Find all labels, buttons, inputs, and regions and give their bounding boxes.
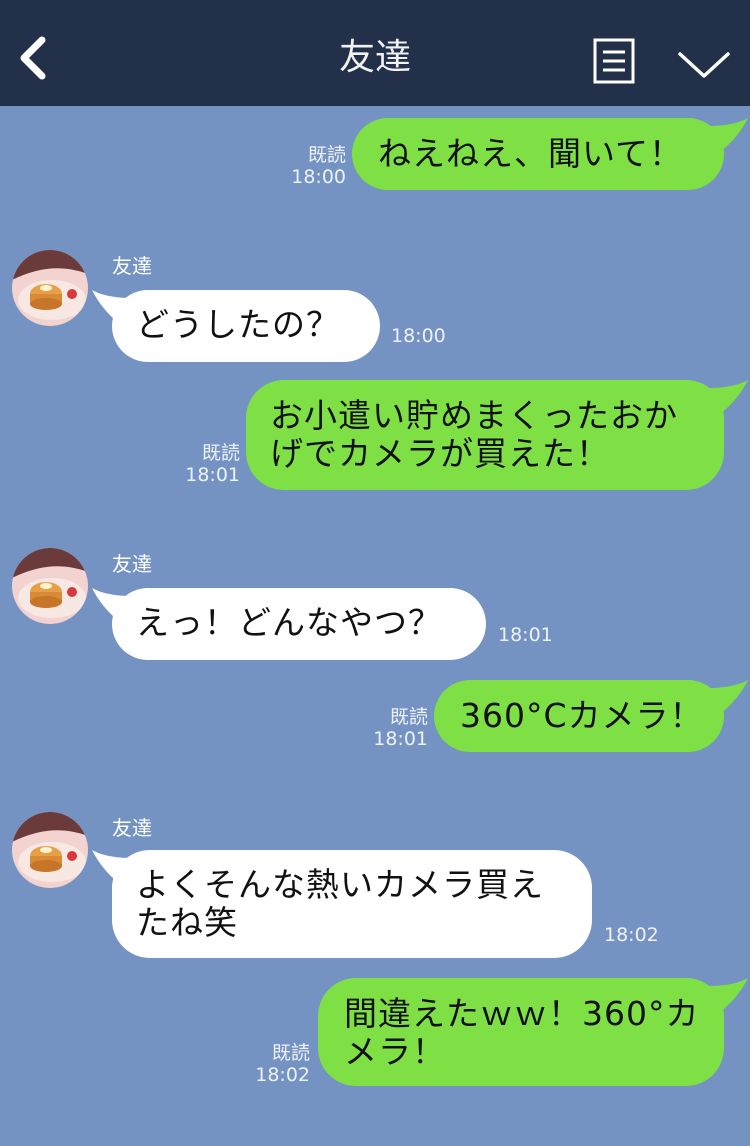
read-label: 既読 — [271, 1042, 310, 1064]
message-time: 18:01 — [185, 464, 240, 486]
message-time: 18:00 — [291, 166, 346, 188]
avatar-pancake-icon — [12, 812, 88, 888]
message-bubble-incoming[interactable]: よくそんな熱いカメラ買え たね笑 — [112, 850, 592, 958]
chat-header: 友達 — [0, 0, 750, 106]
sender-name: 友達 — [112, 816, 152, 840]
message-time: 18:01 — [498, 624, 553, 646]
note-list-icon[interactable] — [592, 37, 636, 85]
bubble-tail-icon — [708, 978, 748, 1012]
message-text: どうしたの？ — [136, 305, 340, 344]
avatar-pancake-icon — [12, 548, 88, 624]
message-text: お小遣い貯めまくったおか げでカメラが買えた！ — [270, 396, 678, 473]
bubble-tail-icon — [708, 680, 748, 714]
avatar[interactable] — [12, 250, 88, 326]
message-bubble-outgoing[interactable]: 間違えたｗｗ！360°カ メラ！ — [318, 978, 724, 1086]
message-time: 18:00 — [391, 325, 446, 347]
message-bubble-outgoing[interactable]: 360°Cカメラ！ — [434, 680, 724, 752]
read-label: 既読 — [389, 706, 428, 728]
chevron-down-icon[interactable] — [676, 46, 732, 82]
message-text: えっ！どんなやつ？ — [136, 603, 442, 642]
message-time: 18:02 — [255, 1064, 310, 1086]
back-chevron-icon[interactable] — [14, 34, 54, 82]
avatar[interactable] — [12, 548, 88, 624]
read-receipt: 既読 18:02 — [240, 1042, 310, 1086]
sender-name: 友達 — [112, 254, 152, 278]
message-time: 18:02 — [604, 924, 659, 946]
bubble-tail-icon — [708, 380, 748, 414]
message-time: 18:01 — [373, 728, 428, 750]
message-bubble-incoming[interactable]: どうしたの？ — [112, 290, 380, 362]
sender-name: 友達 — [112, 552, 152, 576]
read-label: 既読 — [307, 144, 346, 166]
read-receipt: 既読 18:01 — [170, 442, 240, 486]
bubble-tail-icon — [708, 118, 748, 152]
message-text: 間違えたｗｗ！360°カ メラ！ — [344, 994, 700, 1071]
avatar-pancake-icon — [12, 250, 88, 326]
message-bubble-outgoing[interactable]: お小遣い貯めまくったおか げでカメラが買えた！ — [246, 380, 724, 490]
avatar[interactable] — [12, 812, 88, 888]
read-receipt: 既読 18:00 — [276, 144, 346, 188]
message-text: 360°Cカメラ！ — [460, 696, 704, 735]
message-text: ねえねえ、聞いて！ — [378, 134, 684, 173]
read-label: 既読 — [201, 442, 240, 464]
read-receipt: 既読 18:01 — [358, 706, 428, 750]
chat-title: 友達 — [338, 37, 411, 78]
message-bubble-incoming[interactable]: えっ！どんなやつ？ — [112, 588, 486, 660]
message-text: よくそんな熱いカメラ買え たね笑 — [136, 865, 544, 942]
message-bubble-outgoing[interactable]: ねえねえ、聞いて！ — [352, 118, 724, 190]
